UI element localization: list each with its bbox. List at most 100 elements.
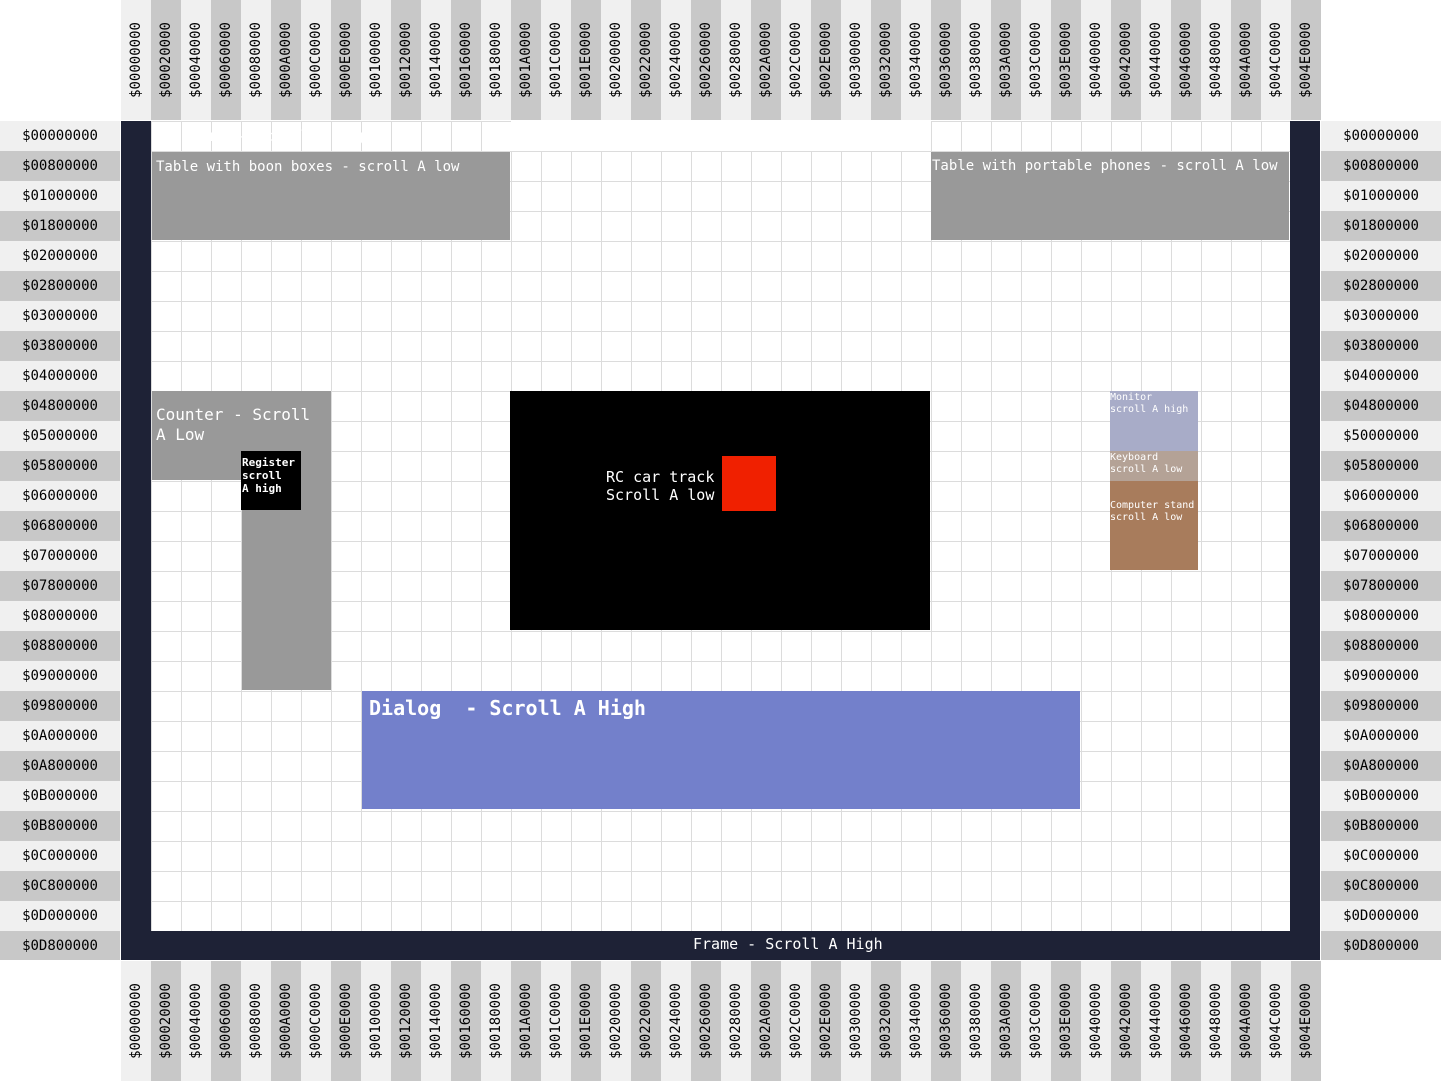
- top-column-label: $00260000: [691, 0, 721, 120]
- right-row-label: $04800000: [1321, 391, 1441, 421]
- top-column-label: $00380000: [961, 0, 991, 120]
- bottom-column-label: $004A0000: [1231, 961, 1261, 1081]
- column-label-text: $00300000: [848, 983, 865, 1059]
- column-label-text: $000C0000: [308, 983, 325, 1059]
- column-label-text: $00280000: [728, 22, 745, 98]
- top-column-label: $00220000: [631, 0, 661, 120]
- bottom-column-label: $000E0000: [331, 961, 361, 1081]
- column-label-text: $002E0000: [818, 22, 835, 98]
- bottom-column-label: $00380000: [961, 961, 991, 1081]
- left-row-label: $01000000: [0, 181, 120, 211]
- register-label: Register scroll A high: [242, 456, 295, 495]
- column-label-text: $00480000: [1208, 22, 1225, 98]
- bottom-column-label: $000A0000: [271, 961, 301, 1081]
- left-row-label: $08800000: [0, 631, 120, 661]
- right-row-label: $02800000: [1321, 271, 1441, 301]
- column-label-text: $001C0000: [548, 22, 565, 98]
- keyboard-label: Keyboard scroll A low: [1110, 452, 1183, 475]
- bottom-column-label: $00280000: [721, 961, 751, 1081]
- column-label-text: $00040000: [188, 983, 205, 1059]
- column-label-text: $000E0000: [338, 983, 355, 1059]
- column-label-text: $00200000: [608, 983, 625, 1059]
- column-label-text: $004A0000: [1238, 22, 1255, 98]
- bottom-column-label: $00400000: [1081, 961, 1111, 1081]
- top-column-label: $002E0000: [811, 0, 841, 120]
- right-row-label: $0A000000: [1321, 721, 1441, 751]
- bottom-column-label: $00480000: [1201, 961, 1231, 1081]
- column-label-text: $002C0000: [788, 983, 805, 1059]
- bottom-column-label: $00340000: [901, 961, 931, 1081]
- left-row-label: $09800000: [0, 691, 120, 721]
- table-portable-phones: Table with portable phones - scroll A lo…: [931, 152, 1289, 240]
- right-row-label: $0C000000: [1321, 841, 1441, 871]
- column-label-text: $00440000: [1148, 983, 1165, 1059]
- right-row-label: $00000000: [1321, 121, 1441, 151]
- top-column-label: $00020000: [151, 0, 181, 120]
- left-row-label: $07800000: [0, 571, 120, 601]
- right-row-label: $05800000: [1321, 451, 1441, 481]
- top-column-label: $00400000: [1081, 0, 1111, 120]
- top-column-label: $00140000: [421, 0, 451, 120]
- column-label-text: $004C0000: [1268, 983, 1285, 1059]
- column-label-text: $00220000: [638, 983, 655, 1059]
- counter-leg: [242, 480, 331, 690]
- left-row-label: $0D000000: [0, 901, 120, 931]
- top-column-label: $00340000: [901, 0, 931, 120]
- column-label-text: $00460000: [1178, 22, 1195, 98]
- column-label-text: $00200000: [608, 22, 625, 98]
- frame-left: [121, 151, 151, 931]
- top-column-label: $000C0000: [301, 0, 331, 120]
- bottom-column-label: $004E0000: [1291, 961, 1321, 1081]
- right-row-label: $03000000: [1321, 301, 1441, 331]
- column-label-text: $003C0000: [1028, 983, 1045, 1059]
- column-label-text: $000C0000: [308, 22, 325, 98]
- top-column-label: $000E0000: [331, 0, 361, 120]
- bottom-column-label: $00320000: [871, 961, 901, 1081]
- bottom-column-label: $00360000: [931, 961, 961, 1081]
- left-row-label: $04000000: [0, 361, 120, 391]
- column-label-text: $001E0000: [578, 22, 595, 98]
- bottom-column-label: $002A0000: [751, 961, 781, 1081]
- left-row-label: $07000000: [0, 541, 120, 571]
- top-column-label: $004E0000: [1291, 0, 1321, 120]
- left-row-label: $06800000: [0, 511, 120, 541]
- right-row-label: $07800000: [1321, 571, 1441, 601]
- column-label-text: $00360000: [938, 22, 955, 98]
- column-label-text: $00420000: [1118, 22, 1135, 98]
- column-label-text: $00140000: [428, 22, 445, 98]
- top-column-label: $00320000: [871, 0, 901, 120]
- bottom-column-label: $00060000: [211, 961, 241, 1081]
- column-label-text: $003A0000: [998, 22, 1015, 98]
- table-portable-phones-label: Table with portable phones - scroll A lo…: [932, 158, 1278, 174]
- column-label-text: $004E0000: [1298, 983, 1315, 1059]
- left-row-label: $05800000: [0, 451, 120, 481]
- bottom-column-label: $001C0000: [541, 961, 571, 1081]
- rc-car-track: RC car track Scroll A low: [510, 391, 930, 630]
- column-label-text: $00380000: [968, 983, 985, 1059]
- column-label-text: $000E0000: [338, 22, 355, 98]
- top-column-label: $00300000: [841, 0, 871, 120]
- top-column-label: $002A0000: [751, 0, 781, 120]
- right-row-label: $0A800000: [1321, 751, 1441, 781]
- top-column-label: $003C0000: [1021, 0, 1051, 120]
- column-label-text: $00280000: [728, 983, 745, 1059]
- column-label-text: $00440000: [1148, 22, 1165, 98]
- column-label-text: $00060000: [218, 983, 235, 1059]
- right-row-label: $0D000000: [1321, 901, 1441, 931]
- column-label-text: $00080000: [248, 22, 265, 98]
- top-column-label: $002C0000: [781, 0, 811, 120]
- monitor-label: Monitor scroll A high: [1110, 392, 1189, 415]
- column-label-text: $003E0000: [1058, 22, 1075, 98]
- right-row-label: $07000000: [1321, 541, 1441, 571]
- bottom-column-label: $00220000: [631, 961, 661, 1081]
- bottom-column-label: $00460000: [1171, 961, 1201, 1081]
- top-column-label: $00100000: [361, 0, 391, 120]
- column-label-text: $002A0000: [758, 983, 775, 1059]
- right-row-label: $08000000: [1321, 601, 1441, 631]
- column-label-text: $00020000: [158, 22, 175, 98]
- top-column-label: $000A0000: [271, 0, 301, 120]
- right-row-label: $09800000: [1321, 691, 1441, 721]
- left-row-label: $0B000000: [0, 781, 120, 811]
- top-column-label: $00060000: [211, 0, 241, 120]
- frame-top-label: Frame - Scroll A High: [183, 127, 373, 145]
